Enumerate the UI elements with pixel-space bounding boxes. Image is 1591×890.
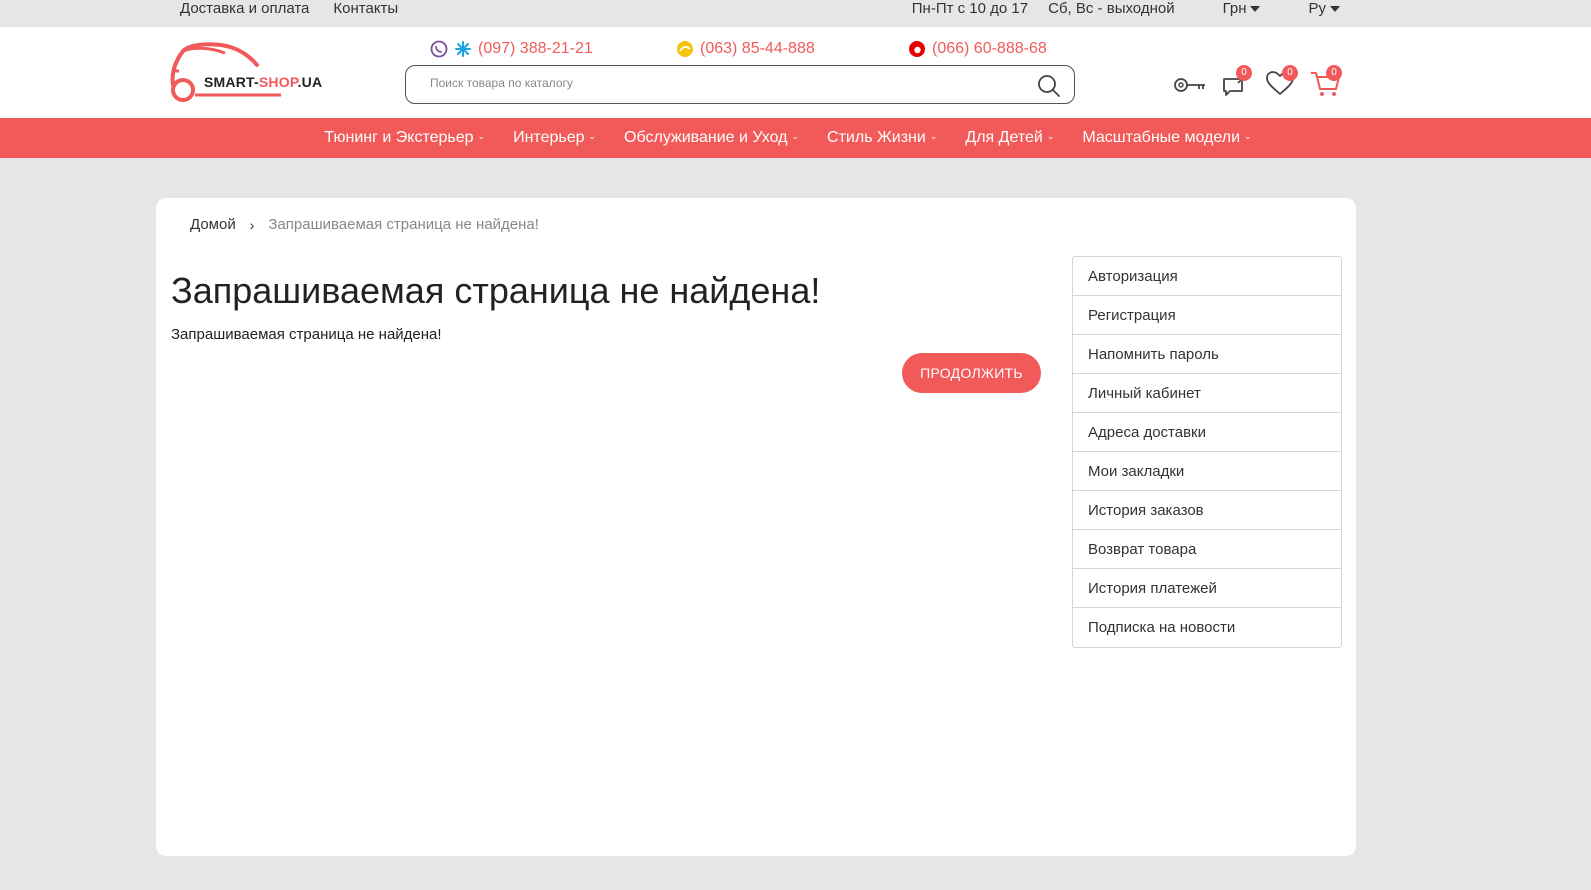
compare-button[interactable]: 0 xyxy=(1216,65,1252,101)
car-logo-icon xyxy=(170,42,281,102)
delivery-link[interactable]: Доставка и оплата xyxy=(180,0,309,18)
viber-icon xyxy=(430,40,448,58)
top-links: Доставка и оплата Контакты xyxy=(180,0,398,18)
caret-down-icon xyxy=(1250,6,1261,13)
phone-number: (063) 85-44-888 xyxy=(700,40,815,57)
compare-count-badge: 0 xyxy=(1236,65,1252,81)
phone-number: (066) 60-888-68 xyxy=(932,40,1047,57)
hours-weekend: Сб, Вс - выходной xyxy=(1048,0,1175,17)
logo-text: SMART-SHOP.UA xyxy=(204,74,323,90)
kyivstar-icon xyxy=(455,41,471,57)
login-button[interactable] xyxy=(1172,67,1208,103)
breadcrumb-current: Запрашиваемая страница не найдена! xyxy=(268,216,539,233)
phone-1[interactable]: (097) 388-21-21 xyxy=(430,40,593,58)
contacts-link[interactable]: Контакты xyxy=(333,0,398,18)
phone-2[interactable]: (063) 85-44-888 xyxy=(676,40,815,58)
sidebar-item-bookmarks[interactable]: Мои закладки xyxy=(1073,452,1341,491)
phone-list: (097) 388-21-21 (063) 85-44-888 (066) 60… xyxy=(430,40,1050,62)
page-title: Запрашиваемая страница не найдена! xyxy=(171,270,821,311)
phone-3[interactable]: (066) 60-888-68 xyxy=(908,40,1047,58)
sidebar-item-returns[interactable]: Возврат товара xyxy=(1073,530,1341,569)
chevron-down-icon: ⌄ xyxy=(929,130,938,141)
breadcrumb-home[interactable]: Домой xyxy=(190,216,236,233)
chevron-down-icon: ⌄ xyxy=(477,130,486,141)
sidebar-item-addresses[interactable]: Адреса доставки xyxy=(1073,413,1341,452)
search-icon[interactable] xyxy=(1036,73,1062,99)
sidebar-item-transactions[interactable]: История платежей xyxy=(1073,569,1341,608)
sidebar-item-login[interactable]: Авторизация xyxy=(1073,257,1341,296)
search-box xyxy=(405,65,1075,104)
header: SMART-SHOP.UA (097) 388-21-21 (063) 85-4… xyxy=(0,27,1591,118)
header-icons: 0 0 0 xyxy=(1172,65,1352,105)
wishlist-count-badge: 0 xyxy=(1282,65,1298,81)
sidebar-item-newsletter[interactable]: Подписка на новости xyxy=(1073,608,1341,647)
chevron-right-icon: › xyxy=(249,216,255,233)
sidebar-item-order-history[interactable]: История заказов xyxy=(1073,491,1341,530)
nav-item-service[interactable]: Обслуживание и Уход ⌄ xyxy=(624,129,799,147)
caret-down-icon xyxy=(1330,6,1340,13)
breadcrumb: Домой › Запрашиваемая страница не найден… xyxy=(190,216,539,233)
sidebar-item-account[interactable]: Личный кабинет xyxy=(1073,374,1341,413)
top-bar: Доставка и оплата Контакты Пн-Пт с 10 до… xyxy=(0,0,1591,27)
nav-item-interior[interactable]: Интерьер ⌄ xyxy=(513,129,596,147)
cart-button[interactable]: 0 xyxy=(1308,65,1344,101)
search-input[interactable] xyxy=(430,76,1020,90)
nav-item-lifestyle[interactable]: Стиль Жизни ⌄ xyxy=(827,129,937,147)
language-selector[interactable]: Ру xyxy=(1288,0,1340,18)
continue-button[interactable]: ПРОДОЛЖИТЬ xyxy=(902,353,1041,393)
main-nav: Тюнинг и Экстерьер ⌄ Интерьер ⌄ Обслуживан… xyxy=(0,118,1591,158)
chevron-down-icon: ⌄ xyxy=(791,130,800,141)
vodafone-icon xyxy=(909,41,925,57)
currency-selector[interactable]: Грн xyxy=(1203,0,1261,18)
hours-weekdays: Пн-Пт с 10 до 17 xyxy=(911,0,1029,17)
sidebar-item-forgot-password[interactable]: Напомнить пароль xyxy=(1073,335,1341,374)
chevron-down-icon: ⌄ xyxy=(588,130,597,141)
chevron-down-icon: ⌄ xyxy=(1046,130,1055,141)
nav-item-tuning[interactable]: Тюнинг и Экстерьер ⌄ xyxy=(324,129,485,147)
nav-item-models[interactable]: Масштабные модели ⌄ xyxy=(1082,129,1251,147)
error-message: Запрашиваемая страница не найдена! xyxy=(171,326,442,343)
site-logo[interactable]: SMART-SHOP.UA xyxy=(169,41,329,103)
key-icon xyxy=(1174,78,1205,92)
lifecell-icon xyxy=(677,41,693,57)
currency-label: Грн xyxy=(1222,0,1247,17)
top-right: Пн-Пт с 10 до 17 Сб, Вс - выходной Грн Р… xyxy=(892,0,1340,18)
nav-item-kids[interactable]: Для Детей ⌄ xyxy=(965,129,1054,147)
content-card: Домой › Запрашиваемая страница не найден… xyxy=(156,198,1356,856)
sidebar-item-register[interactable]: Регистрация xyxy=(1073,296,1341,335)
chevron-down-icon: ⌄ xyxy=(1244,130,1252,141)
wishlist-button[interactable]: 0 xyxy=(1262,65,1298,101)
account-sidebar: Авторизация Регистрация Напомнить пароль… xyxy=(1072,256,1342,648)
cart-count-badge: 0 xyxy=(1326,65,1342,81)
language-label: Ру xyxy=(1308,0,1326,17)
phone-number: (097) 388-21-21 xyxy=(478,40,593,57)
